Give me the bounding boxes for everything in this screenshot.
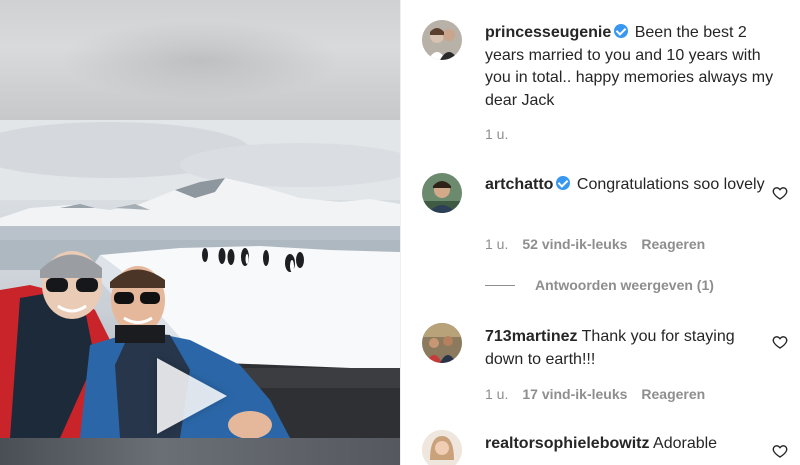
comment-time[interactable]: 1 u. <box>485 236 508 252</box>
avatar-image <box>422 430 462 465</box>
reply-button[interactable]: Reageren <box>641 386 705 402</box>
post-media[interactable] <box>0 0 400 465</box>
comment-likes[interactable]: 17 vind-ik-leuks <box>522 386 627 402</box>
play-icon[interactable] <box>157 358 227 434</box>
comment-time[interactable]: 1 u. <box>485 386 508 402</box>
comment: 713martinez Thank you for staying down t… <box>485 326 775 371</box>
avatar-image <box>422 173 462 213</box>
comments-panel: princesseugenie Been the best 2 years ma… <box>400 0 800 465</box>
comment-username[interactable]: realtorsophielebowitz <box>485 435 649 452</box>
comment-meta: 1 u. 17 vind-ik-leuks Reageren <box>485 386 705 402</box>
comment-username[interactable]: 713martinez <box>485 328 578 345</box>
comment-text: Adorable <box>653 435 718 452</box>
verified-badge-icon <box>614 24 629 38</box>
comment: realtorsophielebowitz Adorable <box>485 433 775 456</box>
heart-outline-icon[interactable] <box>772 334 788 350</box>
avatar[interactable] <box>422 430 462 465</box>
avatar[interactable] <box>422 323 462 363</box>
heart-outline-icon[interactable] <box>772 443 788 459</box>
comment-text: Congratulations soo lovely <box>576 176 765 193</box>
video-frame[interactable] <box>0 120 400 438</box>
avatar[interactable] <box>422 20 462 60</box>
view-replies-label[interactable]: Antwoorden weergeven (1) <box>535 277 714 293</box>
avatar-image <box>422 323 462 363</box>
comment-meta: 1 u. 52 vind-ik-leuks Reageren <box>485 236 705 252</box>
avatar[interactable] <box>422 173 462 213</box>
caption-username[interactable]: princesseugenie <box>485 24 611 41</box>
avatar-image <box>422 20 462 60</box>
comment: artchatto Congratulations soo lovely <box>485 174 765 197</box>
video-blur-bottom <box>0 438 400 465</box>
verified-badge-icon <box>556 176 571 190</box>
replies-divider <box>485 284 515 286</box>
view-replies[interactable]: Antwoorden weergeven (1) <box>485 277 714 293</box>
caption: princesseugenie Been the best 2 years ma… <box>485 22 785 112</box>
comment-likes[interactable]: 52 vind-ik-leuks <box>522 236 627 252</box>
comment-username[interactable]: artchatto <box>485 176 553 193</box>
caption-time[interactable]: 1 u. <box>485 126 508 142</box>
video-blur-top <box>0 0 400 120</box>
reply-button[interactable]: Reageren <box>641 236 705 252</box>
heart-outline-icon[interactable] <box>772 185 788 201</box>
caption-meta: 1 u. <box>485 126 508 142</box>
